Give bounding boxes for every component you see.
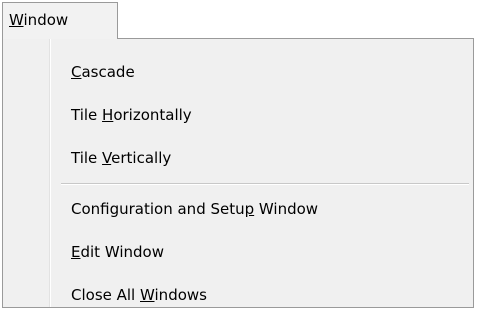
menu-item-label: indows: [154, 286, 207, 304]
menu-item-label: ertically: [111, 149, 172, 167]
window-dropdown-menu: Cascade Tile Horizontally Tile Verticall…: [2, 38, 474, 308]
menu-item-label: Tile: [71, 106, 103, 124]
menu-separator: [3, 180, 473, 188]
menu-item-label: Tile: [71, 149, 103, 167]
menu-separator-highlight: [61, 184, 469, 185]
window-menu-label: indow: [23, 11, 69, 29]
menu-item-edit-window[interactable]: Edit Window: [3, 231, 473, 274]
menu-item-tile-horizontally[interactable]: Tile Horizontally: [3, 94, 473, 137]
menu-item-cascade[interactable]: Cascade: [3, 51, 473, 94]
menu-item-mnemonic: H: [102, 106, 114, 124]
menu-item-label: dit Window: [80, 243, 164, 261]
window-menu-mnemonic: W: [9, 11, 24, 29]
menu-item-mnemonic: p: [244, 200, 255, 218]
menu-item-mnemonic: V: [102, 149, 112, 167]
menu-item-label: Configuration and Setu: [71, 200, 245, 218]
menu-item-tile-vertically[interactable]: Tile Vertically: [3, 137, 473, 180]
menu-item-close-all-windows[interactable]: Close All Windows: [3, 274, 473, 317]
menu-item-label: Window: [254, 200, 319, 218]
menu-item-label: ascade: [81, 63, 135, 81]
window-menu[interactable]: Window: [2, 2, 118, 39]
menu-item-mnemonic: W: [140, 286, 155, 304]
menu-item-configuration-setup-window[interactable]: Configuration and Setup Window: [3, 188, 473, 231]
menu-item-mnemonic: C: [71, 63, 82, 81]
menu-items: Cascade Tile Horizontally Tile Verticall…: [3, 51, 473, 317]
menu-item-label: orizontally: [113, 106, 192, 124]
menu-item-label: Close All: [71, 286, 140, 304]
